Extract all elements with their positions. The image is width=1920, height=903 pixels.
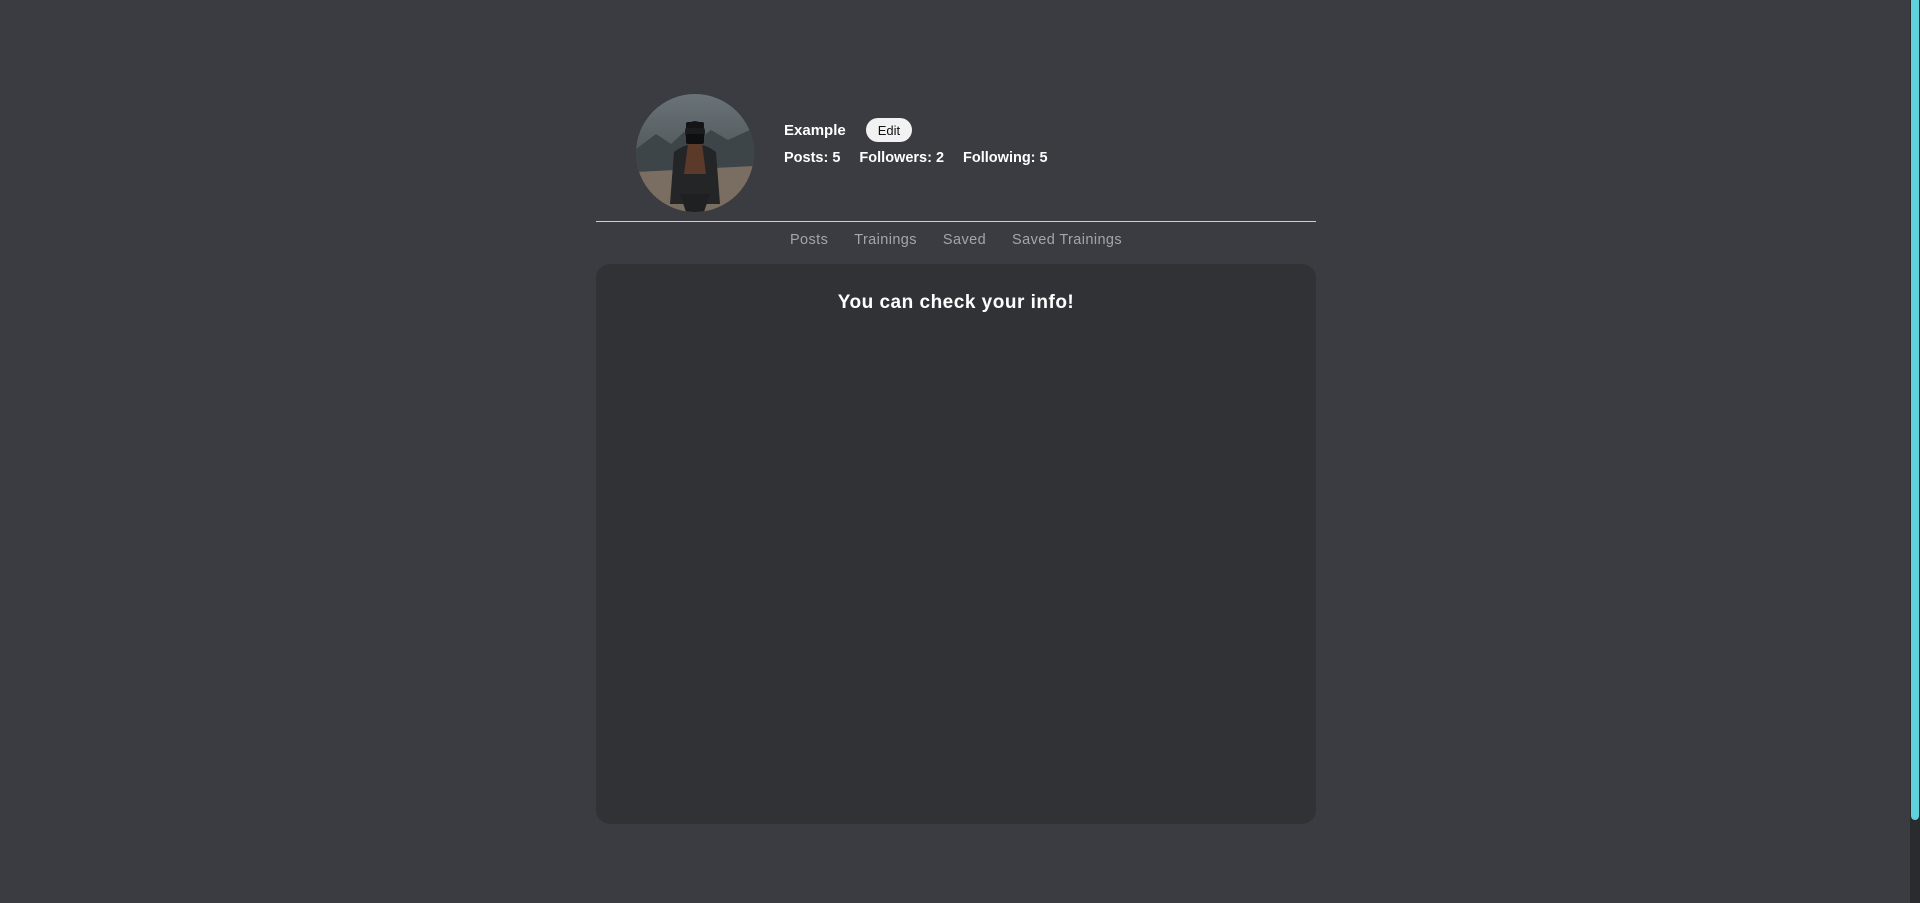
following-count[interactable]: Following: 5 bbox=[963, 150, 1048, 166]
followers-count[interactable]: Followers: 2 bbox=[859, 150, 944, 166]
content-panel: You can check your info! bbox=[596, 264, 1316, 824]
header-divider bbox=[596, 221, 1316, 222]
avatar[interactable] bbox=[636, 94, 754, 212]
edit-profile-button[interactable]: Edit bbox=[865, 118, 913, 142]
tab-saved-trainings[interactable]: Saved Trainings bbox=[1012, 230, 1122, 250]
profile-page: Example Edit Posts: 5 Followers: 2 Follo… bbox=[0, 0, 1920, 903]
profile-header: Example Edit Posts: 5 Followers: 2 Follo… bbox=[596, 0, 1316, 222]
posts-count: Posts: 5 bbox=[784, 150, 841, 166]
profile-tabs: Posts Trainings Saved Saved Trainings bbox=[596, 230, 1316, 250]
stats-row: Posts: 5 Followers: 2 Following: 5 bbox=[784, 150, 1067, 166]
user-info: Example Edit Posts: 5 Followers: 2 Follo… bbox=[784, 118, 1067, 166]
avatar-photo bbox=[636, 94, 754, 212]
scrollbar-thumb[interactable] bbox=[1911, 0, 1919, 820]
name-row: Example Edit bbox=[784, 118, 1067, 142]
scrollbar-track[interactable] bbox=[1910, 0, 1920, 903]
username: Example bbox=[784, 121, 846, 139]
tab-trainings[interactable]: Trainings bbox=[854, 230, 917, 250]
profile-container: Example Edit Posts: 5 Followers: 2 Follo… bbox=[596, 0, 1316, 824]
tab-posts[interactable]: Posts bbox=[790, 230, 828, 250]
panel-heading: You can check your info! bbox=[837, 292, 1075, 313]
tab-saved[interactable]: Saved bbox=[943, 230, 986, 250]
